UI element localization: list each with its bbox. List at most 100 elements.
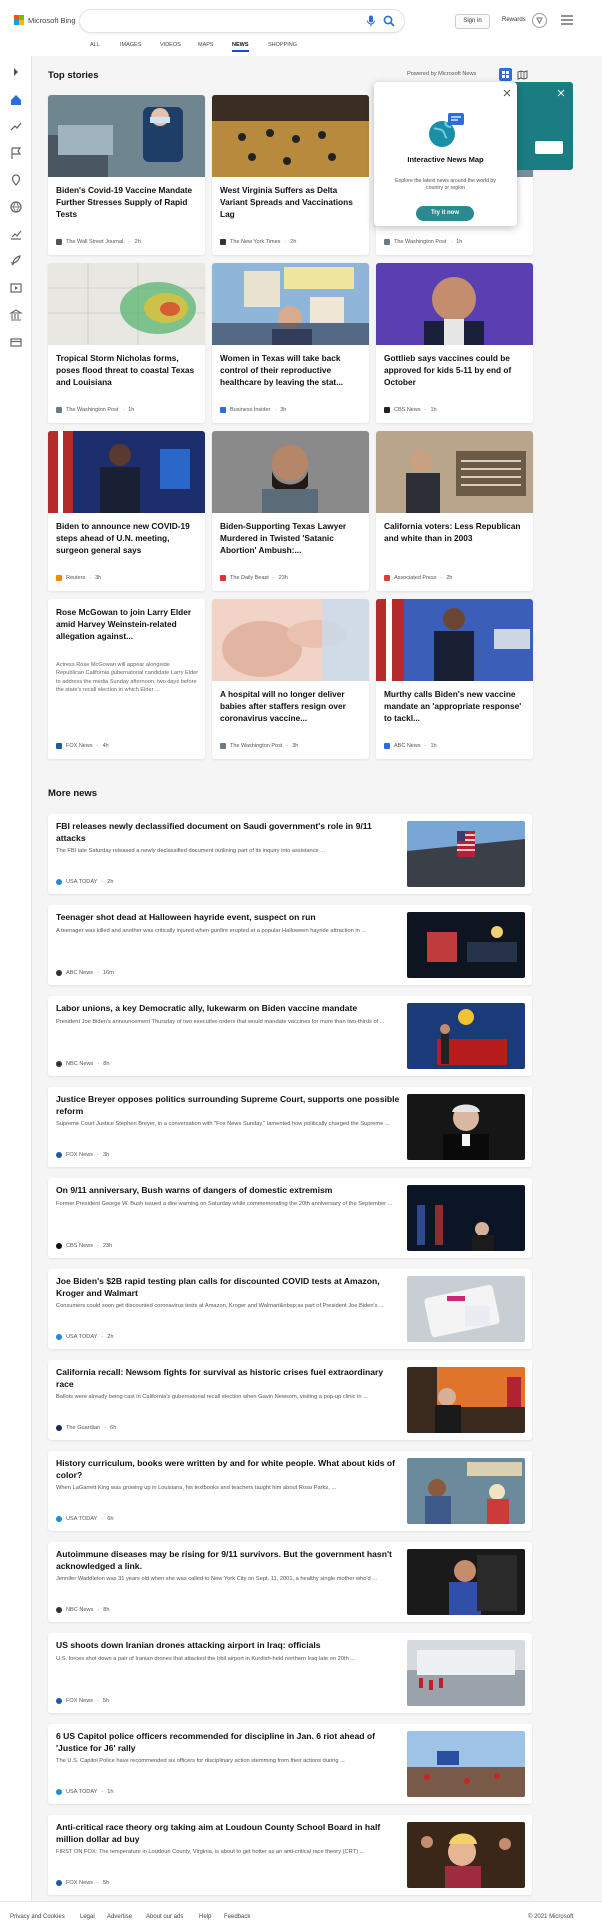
news-title[interactable]: On 9/11 anniversary, Bush warns of dange… <box>56 1185 401 1197</box>
news-title[interactable]: Autoimmune diseases may be rising for 9/… <box>56 1549 401 1573</box>
story-title[interactable]: Biden to announce new COVID-19 steps ahe… <box>56 521 199 556</box>
news-thumbnail[interactable] <box>407 1276 525 1342</box>
tab-videos[interactable]: VIDEOS <box>160 42 181 48</box>
story-title[interactable]: Biden's Covid-19 Vaccine Mandate Further… <box>56 185 199 220</box>
news-thumbnail[interactable] <box>407 821 525 887</box>
trending-icon[interactable] <box>8 118 24 134</box>
story-title[interactable]: California voters: Less Republican and w… <box>384 521 527 545</box>
tab-maps[interactable]: MAPS <box>198 42 214 48</box>
flag-icon[interactable] <box>8 145 24 161</box>
news-row[interactable]: US shoots down Iranian drones attacking … <box>48 1633 532 1713</box>
bing-logo[interactable]: Microsoft Bing <box>14 15 76 25</box>
news-row[interactable]: Anti-critical race theory org taking aim… <box>48 1815 532 1895</box>
story-title[interactable]: Biden-Supporting Texas Lawyer Murdered i… <box>220 521 363 556</box>
story-image[interactable] <box>376 431 533 513</box>
story-title[interactable]: Murthy calls Biden's new vaccine mandate… <box>384 689 527 724</box>
news-row[interactable]: California recall: Newsom fights for sur… <box>48 1360 532 1440</box>
news-row[interactable]: History curriculum, books were written b… <box>48 1451 532 1531</box>
news-row[interactable]: Teenager shot dead at Halloween hayride … <box>48 905 532 985</box>
story-title[interactable]: A hospital will no longer deliver babies… <box>220 689 363 724</box>
news-row[interactable]: 6 US Capitol police officers recommended… <box>48 1724 532 1804</box>
tab-images[interactable]: IMAGES <box>120 42 141 48</box>
news-thumbnail[interactable] <box>407 1640 525 1706</box>
microphone-icon[interactable] <box>366 15 376 27</box>
story-card[interactable]: A hospital will no longer deliver babies… <box>212 599 369 759</box>
news-title[interactable]: FBI releases newly declassified document… <box>56 821 401 845</box>
search-icon[interactable] <box>383 15 395 27</box>
story-image[interactable] <box>212 431 369 513</box>
footer-link[interactable]: About our ads <box>146 1914 183 1920</box>
rewards-label[interactable]: Rewards <box>502 17 526 23</box>
news-thumbnail[interactable] <box>407 1458 525 1524</box>
story-image[interactable] <box>376 599 533 681</box>
story-card[interactable]: California voters: Less Republican and w… <box>376 431 533 591</box>
news-row[interactable]: Labor unions, a key Democratic ally, luk… <box>48 996 532 1076</box>
menu-icon[interactable] <box>561 15 573 25</box>
story-image[interactable] <box>212 95 369 177</box>
news-row[interactable]: FBI releases newly declassified document… <box>48 814 532 894</box>
expand-icon[interactable] <box>8 64 24 80</box>
news-thumbnail[interactable] <box>407 1549 525 1615</box>
home-icon[interactable] <box>8 92 24 108</box>
story-image[interactable] <box>48 263 205 345</box>
news-title[interactable]: Teenager shot dead at Halloween hayride … <box>56 912 401 924</box>
tab-all[interactable]: ALL <box>90 42 100 48</box>
tab-shopping[interactable]: SHOPPING <box>268 42 297 48</box>
globe-icon[interactable] <box>8 199 24 215</box>
news-thumbnail[interactable] <box>407 1003 525 1069</box>
story-title[interactable]: Gottlieb says vaccines could be approved… <box>384 353 527 388</box>
chart-icon[interactable] <box>8 226 24 242</box>
story-title[interactable]: Women in Texas will take back control of… <box>220 353 363 388</box>
story-title[interactable]: West Virginia Suffers as Delta Variant S… <box>220 185 363 220</box>
story-card[interactable]: Biden's Covid-19 Vaccine Mandate Further… <box>48 95 205 255</box>
news-title[interactable]: Anti-critical race theory org taking aim… <box>56 1822 401 1846</box>
news-thumbnail[interactable] <box>407 1822 525 1888</box>
story-image[interactable] <box>376 263 533 345</box>
map-view-button[interactable] <box>516 68 529 81</box>
sign-in-button[interactable]: Sign in <box>455 14 490 29</box>
news-row[interactable]: Autoimmune diseases may be rising for 9/… <box>48 1542 532 1622</box>
grid-view-button[interactable] <box>499 68 512 81</box>
tab-news[interactable]: NEWS <box>232 42 249 52</box>
story-title[interactable]: Rose McGowan to join Larry Elder amid Ha… <box>56 607 199 642</box>
news-title[interactable]: US shoots down Iranian drones attacking … <box>56 1640 401 1652</box>
news-title[interactable]: California recall: Newsom fights for sur… <box>56 1367 401 1391</box>
footer-link[interactable]: Privacy and Cookies <box>10 1914 65 1920</box>
rewards-medal-icon[interactable] <box>532 13 547 28</box>
rocket-icon[interactable] <box>8 253 24 269</box>
news-title[interactable]: 6 US Capitol police officers recommended… <box>56 1731 401 1755</box>
story-card[interactable]: Gottlieb says vaccines could be approved… <box>376 263 533 423</box>
banner-button[interactable] <box>535 141 563 154</box>
location-icon[interactable] <box>8 172 24 188</box>
news-title[interactable]: Joe Biden's $2B rapid testing plan calls… <box>56 1276 401 1300</box>
news-row[interactable]: Joe Biden's $2B rapid testing plan calls… <box>48 1269 532 1349</box>
news-title[interactable]: Labor unions, a key Democratic ally, luk… <box>56 1003 401 1015</box>
footer-link[interactable]: Advertise <box>107 1914 132 1920</box>
footer-link[interactable]: Feedback <box>224 1914 250 1920</box>
news-title[interactable]: History curriculum, books were written b… <box>56 1458 401 1482</box>
story-card[interactable]: West Virginia Suffers as Delta Variant S… <box>212 95 369 255</box>
footer-link[interactable]: Help <box>199 1914 211 1920</box>
news-title[interactable]: Justice Breyer opposes politics surround… <box>56 1094 401 1118</box>
news-thumbnail[interactable] <box>407 912 525 978</box>
footer-link[interactable]: Legal <box>80 1914 95 1920</box>
news-thumbnail[interactable] <box>407 1731 525 1797</box>
story-card[interactable]: Biden to announce new COVID-19 steps ahe… <box>48 431 205 591</box>
news-row[interactable]: On 9/11 anniversary, Bush warns of dange… <box>48 1178 532 1258</box>
news-row[interactable]: Justice Breyer opposes politics surround… <box>48 1087 532 1167</box>
close-icon[interactable] <box>503 89 511 97</box>
bank-icon[interactable] <box>8 307 24 323</box>
close-icon[interactable] <box>557 89 565 97</box>
news-thumbnail[interactable] <box>407 1094 525 1160</box>
story-title[interactable]: Tropical Storm Nicholas forms, poses flo… <box>56 353 199 388</box>
try-it-now-button[interactable]: Try it now <box>416 206 474 221</box>
search-input[interactable] <box>80 10 404 32</box>
story-card[interactable]: Tropical Storm Nicholas forms, poses flo… <box>48 263 205 423</box>
story-card[interactable]: Murthy calls Biden's new vaccine mandate… <box>376 599 533 759</box>
story-card[interactable]: Rose McGowan to join Larry Elder amid Ha… <box>48 599 205 759</box>
news-thumbnail[interactable] <box>407 1185 525 1251</box>
card-icon[interactable] <box>8 334 24 350</box>
entertainment-icon[interactable] <box>8 280 24 296</box>
story-image[interactable] <box>212 599 369 681</box>
story-card[interactable]: Women in Texas will take back control of… <box>212 263 369 423</box>
